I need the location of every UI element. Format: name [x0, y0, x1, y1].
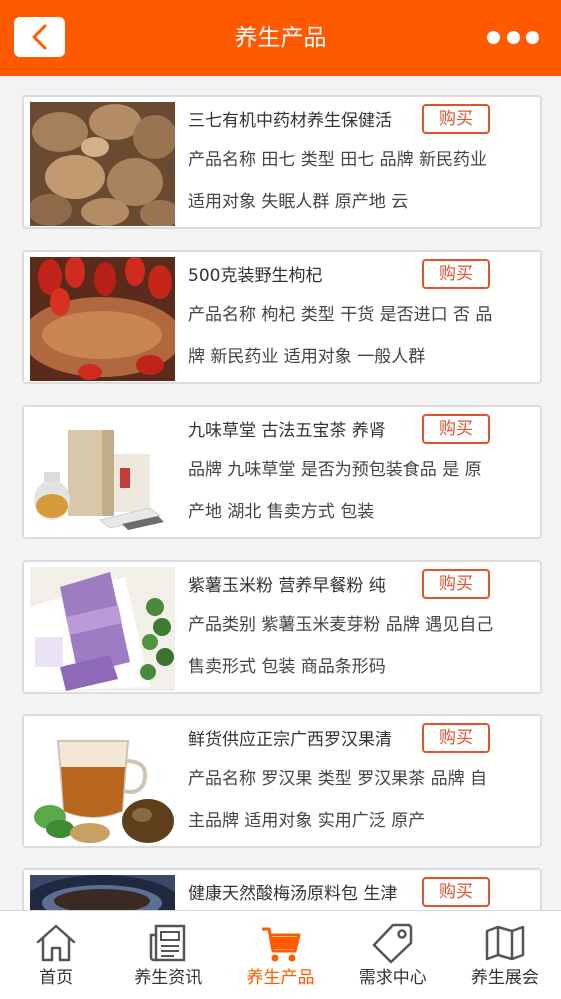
more-dot-icon	[506, 30, 520, 44]
product-name[interactable]: 500克装野生枸杞	[188, 258, 420, 294]
more-dot-icon	[526, 30, 539, 44]
product-card[interactable]: 鲜货供应正宗广西罗汉果清 购买 产品名称 罗汉果 类型 罗汉果茶 品牌 自主品牌…	[22, 714, 542, 848]
product-description: 产品名称 枸杞 类型 干货 是否进口 否 品牌 新民药业 适用对象 一般人群	[188, 305, 493, 367]
product-image[interactable]	[30, 102, 175, 226]
buy-button[interactable]: 购买	[422, 723, 490, 753]
product-image[interactable]	[30, 412, 175, 536]
buy-button[interactable]: 购买	[422, 104, 490, 134]
page-title: 养生产品	[234, 25, 327, 51]
tab-label: 养生产品	[246, 968, 315, 988]
buy-button[interactable]: 购买	[422, 569, 490, 599]
product-name[interactable]: 紫薯玉米粉 营养早餐粉 纯	[188, 568, 420, 604]
more-dot-icon	[487, 30, 500, 44]
product-list[interactable]: 三七有机中药材养生保健活 购买 产品名称 田七 类型 田七 品牌 新民药业 适用…	[0, 76, 561, 910]
product-name[interactable]: 健康天然酸梅汤原料包 生津	[188, 876, 420, 910]
map-icon	[485, 925, 525, 961]
buy-button[interactable]: 购买	[422, 877, 490, 907]
product-image[interactable]	[30, 721, 175, 845]
news-icon	[150, 924, 186, 962]
home-icon	[36, 924, 76, 962]
tab-label: 首页	[39, 968, 74, 988]
product-description: 品牌 九味草堂 是否为预包装食品 是 原产地 湖北 售卖方式 包装	[188, 460, 482, 522]
product-name[interactable]: 九味草堂 古法五宝茶 养肾	[188, 413, 420, 449]
tag-icon	[372, 923, 412, 964]
tab-products[interactable]: 养生产品	[224, 911, 336, 999]
cart-icon	[261, 927, 300, 962]
buy-button[interactable]: 购买	[422, 259, 490, 289]
buy-button[interactable]: 购买	[422, 414, 490, 444]
product-name[interactable]: 三七有机中药材养生保健活	[188, 103, 420, 139]
product-image[interactable]	[30, 567, 175, 691]
product-description: 产品类别 紫薯玉米麦芽粉 品牌 遇见自己 售卖形式 包装 商品条形码	[188, 615, 494, 677]
tab-home[interactable]: 首页	[0, 911, 112, 999]
tab-exhibition[interactable]: 养生展会	[449, 911, 561, 999]
tab-label: 养生资讯	[134, 968, 203, 988]
product-card[interactable]: 三七有机中药材养生保健活 购买 产品名称 田七 类型 田七 品牌 新民药业 适用…	[22, 95, 542, 229]
tab-label: 养生展会	[470, 968, 539, 988]
product-description: 产品名称 罗汉果 类型 罗汉果茶 品牌 自主品牌 适用对象 实用广泛 原产	[188, 769, 488, 831]
top-bar: 养生产品	[0, 0, 561, 76]
product-image[interactable]	[30, 257, 175, 381]
product-image[interactable]	[30, 875, 175, 910]
bottom-tab-bar: 首页 养生资讯 养生产品 需求中心 养生展会	[0, 910, 561, 999]
more-button[interactable]	[487, 28, 539, 46]
product-description: 产品名称 田七 类型 田七 品牌 新民药业 适用对象 失眠人群 原产地 云	[188, 150, 488, 212]
product-card[interactable]: 紫薯玉米粉 营养早餐粉 纯 购买 产品类别 紫薯玉米麦芽粉 品牌 遇见自己 售卖…	[22, 560, 542, 694]
product-card[interactable]: 500克装野生枸杞 购买 产品名称 枸杞 类型 干货 是否进口 否 品牌 新民药…	[22, 250, 542, 384]
product-card[interactable]: 九味草堂 古法五宝茶 养肾 购买 品牌 九味草堂 是否为预包装食品 是 原产地 …	[22, 405, 542, 539]
tab-news[interactable]: 养生资讯	[112, 911, 224, 999]
product-name[interactable]: 鲜货供应正宗广西罗汉果清	[188, 722, 420, 758]
product-card[interactable]: 健康天然酸梅汤原料包 生津 购买	[22, 868, 542, 910]
tab-demand[interactable]: 需求中心	[337, 911, 449, 999]
tab-label: 需求中心	[358, 968, 427, 988]
